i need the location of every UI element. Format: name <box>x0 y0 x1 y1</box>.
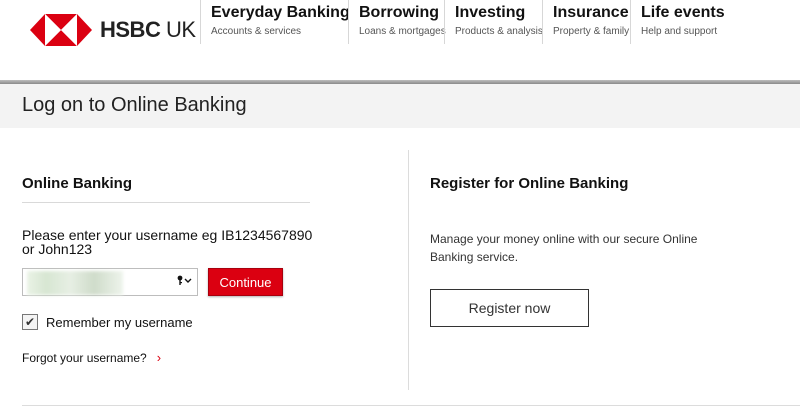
remember-username-checkbox[interactable]: ✔ Remember my username <box>22 314 193 330</box>
hsbc-hexagon-icon <box>30 14 92 46</box>
continue-button[interactable]: Continue <box>208 268 283 296</box>
register-now-button[interactable]: Register now <box>430 289 589 327</box>
nav-title: Insurance <box>553 4 629 21</box>
username-field[interactable] <box>22 268 198 296</box>
register-description: Manage your money online with our secure… <box>430 232 698 264</box>
footer-divider <box>22 405 800 406</box>
nav-subtitle: Accounts & services <box>211 26 302 37</box>
forgot-username-link[interactable]: Forgot your username? › <box>22 350 161 365</box>
site-header: HSBC UK Everyday Banking Accounts & serv… <box>0 0 800 82</box>
hsbc-logo[interactable]: HSBC UK <box>30 14 196 46</box>
nav-title: Life events <box>641 4 725 21</box>
nav-title: Borrowing <box>359 4 439 21</box>
nav-subtitle: Property & family <box>553 26 630 37</box>
checkbox-checked-icon[interactable]: ✔ <box>22 314 38 330</box>
nav-subtitle: Loans & mortgages <box>359 26 446 37</box>
nav-subtitle: Products & analysis <box>455 26 543 37</box>
nav-item-borrowing[interactable]: Borrowing Loans & mortgages <box>348 0 446 44</box>
online-banking-heading: Online Banking <box>22 175 133 192</box>
nav-item-everyday-banking[interactable]: Everyday Banking Accounts & services <box>200 0 350 44</box>
register-heading: Register for Online Banking <box>430 175 629 192</box>
section-divider <box>22 202 310 203</box>
remember-username-label: Remember my username <box>46 314 193 330</box>
nav-title: Investing <box>455 4 526 21</box>
page-title: Log on to Online Banking <box>22 94 247 116</box>
chevron-right-icon: › <box>156 350 162 365</box>
nav-item-insurance[interactable]: Insurance Property & family <box>542 0 629 44</box>
title-band: Log on to Online Banking <box>0 84 800 128</box>
key-icon[interactable] <box>177 275 193 287</box>
nav-subtitle: Help and support <box>641 26 718 37</box>
column-divider <box>408 150 409 390</box>
username-prompt: Please enter your username eg IB12345678… <box>22 227 313 257</box>
nav-title: Everyday Banking <box>211 4 350 21</box>
username-input[interactable] <box>23 269 163 295</box>
logo-wordmark: HSBC UK <box>100 17 196 42</box>
nav-item-investing[interactable]: Investing Products & analysis <box>444 0 543 44</box>
key-dropdown-icon <box>177 275 192 285</box>
forgot-username-label: Forgot your username? <box>22 350 147 365</box>
nav-item-life-events[interactable]: Life events Help and support <box>630 0 725 44</box>
